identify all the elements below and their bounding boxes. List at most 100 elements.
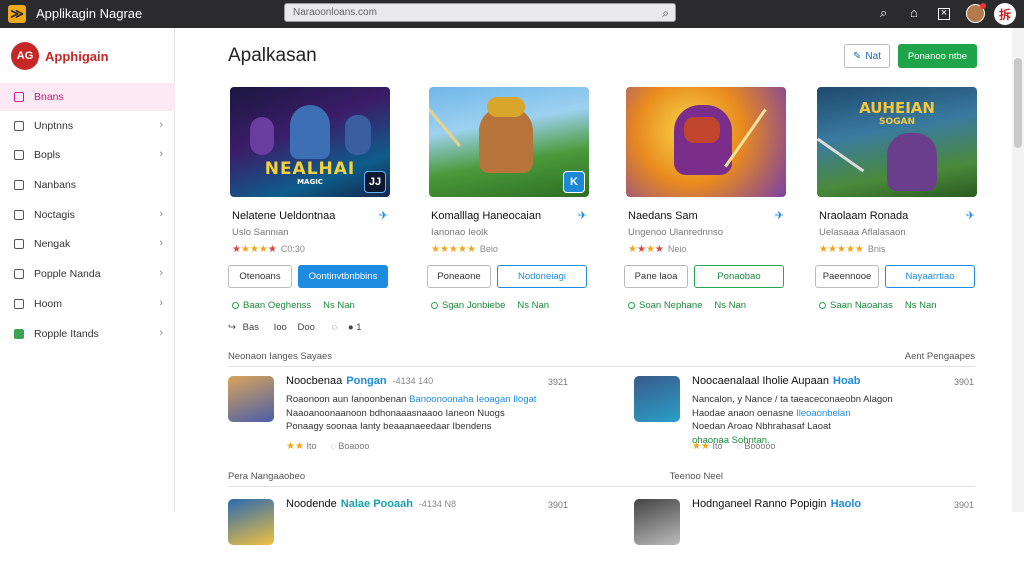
card-links: Saan Naoanas Ns Nan xyxy=(819,300,937,311)
verified-icon: ✈ xyxy=(965,210,975,222)
card-link-1[interactable]: Soan Nephane xyxy=(639,300,702,311)
sidebar-item-8[interactable]: Ropple Itands › xyxy=(0,320,175,348)
sidebar-item-6[interactable]: Popple Nanda › xyxy=(0,260,175,288)
sidebar-item-3[interactable]: Nanbans xyxy=(0,171,175,199)
circle-icon xyxy=(431,301,438,309)
sidebar-item-label: Hoom xyxy=(34,298,63,310)
card-secondary-button[interactable]: Otenoans xyxy=(228,265,292,288)
scrollbar-thumb[interactable] xyxy=(1014,58,1022,148)
comment-icon[interactable]: ◌ xyxy=(736,441,741,451)
sidebar-item-7[interactable]: Hoom › xyxy=(0,290,175,318)
card-primary-button[interactable]: Nodoneiagi xyxy=(497,265,587,288)
comment-icon[interactable]: ◌ xyxy=(330,441,335,451)
card-primary-button[interactable]: Ponaobao xyxy=(694,265,784,288)
sidebar-item-2[interactable]: Bopls › xyxy=(0,141,175,169)
review-link[interactable]: Ilogat xyxy=(511,394,536,405)
app-thumbnail[interactable]: K xyxy=(429,87,589,197)
card-link-1[interactable]: Baan Oeghenss xyxy=(243,300,311,311)
review-highlight[interactable]: Nalae Pooaah xyxy=(341,498,413,510)
top-bar: ≫ Applikagin Nagrae Naraoonloans.com ⌕ ⌕… xyxy=(0,0,1024,28)
chevron-right-icon: › xyxy=(159,148,163,160)
section-link[interactable]: Teenoo Neel xyxy=(670,471,723,482)
review-link[interactable]: Ileoaonbelan xyxy=(793,408,850,419)
brand-label: Apphigain xyxy=(45,48,109,64)
card-links: Baan Oeghenss Ns Nan xyxy=(232,300,355,311)
review-footer: ★★ Ito ◌ Booooo xyxy=(692,441,775,452)
review-item[interactable]: Noocbenaa Pongan -4134 140 3921 Roaonoon a… xyxy=(228,373,568,463)
header-outline-button[interactable]: ✎ Nat xyxy=(844,44,890,68)
review-text: Roaonoon aun Ianoonbenan xyxy=(286,394,410,405)
review-item[interactable]: Noodende Nalae Pooaah -4134 N8 3901 xyxy=(228,496,568,586)
card-link-2[interactable]: Ns Nan xyxy=(517,300,549,311)
card-link-2[interactable]: Ns Nan xyxy=(905,300,937,311)
action-3[interactable]: Doo xyxy=(297,322,314,333)
section-link[interactable]: Aent Pengaapes xyxy=(905,351,975,362)
review-author: Noodende xyxy=(286,498,337,510)
app-card[interactable]: K Komalllag Haneocaian ✈ Ianonao Ieolk ★… xyxy=(427,84,591,354)
header-primary-button[interactable]: Ponanoo ntbe xyxy=(898,44,977,68)
window-icon[interactable]: × xyxy=(938,8,950,20)
sidebar-item-4[interactable]: Noctagis › xyxy=(0,201,175,229)
search-input[interactable]: Naraoonloans.com ⌕ xyxy=(284,3,676,22)
card-link-2[interactable]: Ns Nan xyxy=(323,300,355,311)
sidebar-item-1[interactable]: Unptnns › xyxy=(0,112,175,140)
divider xyxy=(228,366,975,367)
card-link-1[interactable]: Saan Naoanas xyxy=(830,300,893,311)
sidebar-brand[interactable]: AG Apphigain xyxy=(11,42,109,70)
card-subtitle: Ianonao Ieolk xyxy=(431,227,489,238)
folder-icon xyxy=(14,239,24,249)
thumb-subtitle: SOGAN xyxy=(878,117,916,127)
app-thumbnail[interactable] xyxy=(626,87,786,197)
app-thumbnail[interactable]: NEALHAI MAGIC JJ xyxy=(230,87,390,197)
chevron-right-icon: › xyxy=(159,267,163,279)
header-outline-label: Nat xyxy=(865,50,881,62)
scrollbar[interactable] xyxy=(1012,28,1024,512)
thumb-badge: JJ xyxy=(364,171,386,193)
thumb-badge: K xyxy=(563,171,585,193)
card-secondary-button[interactable]: Poneaone xyxy=(427,265,491,288)
search-icon[interactable]: ⌕ xyxy=(880,6,887,20)
share-icon[interactable]: ↪ xyxy=(228,322,236,333)
review-meta: -4134 140 xyxy=(392,376,434,386)
card-primary-button[interactable]: Nayaarrtiao xyxy=(885,265,975,288)
app-card[interactable]: Naedans Sam ✈ Ungenoo Ulanrednnso ★★★★ Ne… xyxy=(624,84,788,354)
card-title[interactable]: Naedans Sam xyxy=(628,210,698,222)
window-icon xyxy=(14,299,24,309)
app-thumbnail[interactable]: AUHEIAN SOGAN xyxy=(817,87,977,197)
action-4[interactable]: 1 xyxy=(356,322,361,333)
sidebar-item-0[interactable]: Bnans xyxy=(0,83,175,111)
hero-face xyxy=(684,117,720,143)
review-author: Noocbenaa xyxy=(286,375,343,387)
review-link[interactable]: Banoonoonaha Ieoagan xyxy=(409,394,510,405)
card-secondary-button[interactable]: Pane laoa xyxy=(624,265,688,288)
home-icon[interactable]: ⌂ xyxy=(910,6,918,20)
card-title[interactable]: Nraolaam Ronada xyxy=(819,210,908,222)
review-item[interactable]: Noocaenalaal Iholie Aupaan Hoab 3901 Nanc… xyxy=(634,373,974,463)
review-avatar xyxy=(634,376,680,422)
review-item[interactable]: Hodnganeel Ranno Popigin Haolo 3901 xyxy=(634,496,974,586)
action-1[interactable]: Bas xyxy=(243,322,259,333)
card-link-1[interactable]: Sgan Jonbiebe xyxy=(442,300,505,311)
sidebar-item-5[interactable]: Nengak › xyxy=(0,230,175,258)
app-logo-icon[interactable]: ≫ xyxy=(8,5,26,23)
action-2[interactable]: Ioo xyxy=(274,322,287,333)
review-highlight[interactable]: Haolo xyxy=(831,498,862,510)
review-name: Noodende Nalae Pooaah -4134 N8 xyxy=(286,498,456,510)
card-title[interactable]: Komalllag Haneocaian xyxy=(431,210,541,222)
app-card[interactable]: AUHEIAN SOGAN Nraolaam Ronada ✈ Uelasaaa… xyxy=(815,84,979,354)
card-primary-button[interactable]: Oontinvtbnbbins xyxy=(298,265,388,288)
review-highlight[interactable]: Pongan xyxy=(346,375,386,387)
card-secondary-button[interactable]: Paeennooe xyxy=(815,265,879,288)
search-icon[interactable]: ⌕ xyxy=(662,6,669,21)
review-text: Naaoanoonaanoon bdhonaaasnaaoo Ianeon Nu… xyxy=(286,407,505,419)
brand-badge[interactable]: 拆 xyxy=(994,3,1016,25)
review-text: Nancalon, y Nance / ta taeaceconaeobn Al… xyxy=(692,394,893,405)
comment-icon[interactable]: ◌ xyxy=(332,322,338,333)
sword xyxy=(429,99,461,147)
verified-icon: ✈ xyxy=(378,210,388,222)
card-title[interactable]: Nelatene Ueldontnaa xyxy=(232,210,335,222)
like-icon[interactable]: ● xyxy=(348,322,354,333)
app-card[interactable]: NEALHAI MAGIC JJ Nelatene Ueldontnaa ✈ U… xyxy=(228,84,392,354)
review-highlight[interactable]: Hoab xyxy=(833,375,861,387)
card-link-2[interactable]: Ns Nan xyxy=(714,300,746,311)
